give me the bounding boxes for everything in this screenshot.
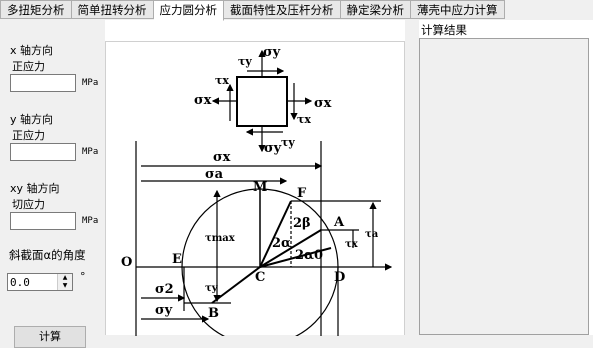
label-tau-a: τa — [365, 229, 379, 240]
stress-element-square — [236, 76, 288, 127]
results-box[interactable] — [419, 38, 589, 335]
label-point-D: D — [334, 270, 345, 285]
label-sigma-x-right: σx — [314, 96, 332, 111]
label-sigma-a-dim: σa — [205, 167, 224, 182]
label-tau-x-left: τx — [215, 74, 229, 87]
panel-divider — [405, 20, 419, 335]
y-normal-stress-input[interactable] — [10, 143, 76, 161]
label-point-M: M — [253, 180, 267, 195]
label-tau-y-top: τy — [238, 55, 252, 68]
label-tau-max: τmax — [205, 233, 236, 244]
tab-stress-circle[interactable]: 应力圆分析 — [153, 0, 224, 21]
angle-input[interactable] — [8, 274, 60, 290]
y-group-title: y 轴方向 — [10, 113, 54, 126]
xy-shear-stress-input[interactable] — [10, 212, 76, 230]
label-2alpha0: 2α0 — [295, 248, 323, 263]
x-normal-stress-input[interactable] — [10, 74, 76, 92]
stress-circle-diagram: σy τy τx σx σx τx τy σy σx σa M F 2β A 2… — [105, 41, 405, 346]
xy-shear-group: xy 轴方向 切应力 MPa — [4, 180, 100, 240]
spin-down-icon[interactable]: ▼ — [57, 282, 72, 290]
tab-thin-shell[interactable]: 薄壳中应力计算 — [411, 0, 505, 19]
x-unit-label: MPa — [82, 78, 99, 88]
tab-multi-torque[interactable]: 多扭矩分析 — [0, 0, 72, 19]
label-point-B: B — [208, 306, 219, 321]
x-stress-group: x 轴方向 正应力 MPa — [4, 42, 100, 102]
label-center-C: C — [255, 270, 265, 285]
tab-section-properties[interactable]: 截面特性及压杆分析 — [224, 0, 341, 19]
angle-unit: ° — [80, 270, 86, 283]
xy-unit-label: MPa — [82, 216, 99, 226]
label-sigma-y-dim: σy — [155, 303, 173, 318]
label-point-A: A — [333, 215, 345, 230]
tab-bar: 多扭矩分析 简单扭转分析 应力圆分析 截面特性及压杆分析 静定梁分析 薄壳中应力… — [0, 0, 593, 21]
mohr-circle-svg: σy τy τx σx σx τx τy σy σx σa M F 2β A 2… — [121, 45, 393, 346]
results-title: 计算结果 — [421, 23, 467, 37]
tab-static-beam[interactable]: 静定梁分析 — [340, 0, 411, 19]
xy-group-title: xy 轴方向 — [10, 182, 60, 195]
label-sigma-2: σ2 — [155, 282, 174, 297]
label-sigma-y-bottom: σy — [264, 141, 282, 156]
label-tau-y-dim: τy — [205, 283, 219, 294]
label-sigma-x-dim: σx — [213, 150, 231, 165]
label-2beta: 2β — [293, 216, 311, 231]
label-origin-O: O — [121, 255, 132, 270]
x-group-title: x 轴方向 — [10, 44, 54, 57]
y-stress-group: y 轴方向 正应力 MPa — [4, 111, 100, 171]
y-group-label: 正应力 — [12, 129, 45, 142]
spin-up-icon[interactable]: ▲ — [57, 274, 72, 282]
y-unit-label: MPa — [82, 147, 99, 157]
calculate-button[interactable]: 计算 — [14, 326, 86, 348]
label-2alpha: 2α — [272, 236, 291, 251]
tab-simple-torsion[interactable]: 简单扭转分析 — [71, 0, 154, 19]
label-tau-x-right: τx — [297, 113, 311, 126]
label-tau-x-dim: τx — [345, 239, 359, 250]
angle-label: 斜截面α的角度 — [9, 248, 86, 262]
label-sigma-x-left: σx — [194, 93, 212, 108]
label-point-F: F — [297, 186, 307, 201]
x-group-label: 正应力 — [12, 60, 45, 73]
label-sigma-y-top: σy — [263, 45, 281, 60]
xy-group-label: 切应力 — [12, 198, 45, 211]
angle-spinner[interactable]: ▲ ▼ — [7, 273, 73, 291]
label-point-E: E — [172, 252, 182, 267]
label-tau-y-bottom: τy — [281, 136, 295, 149]
